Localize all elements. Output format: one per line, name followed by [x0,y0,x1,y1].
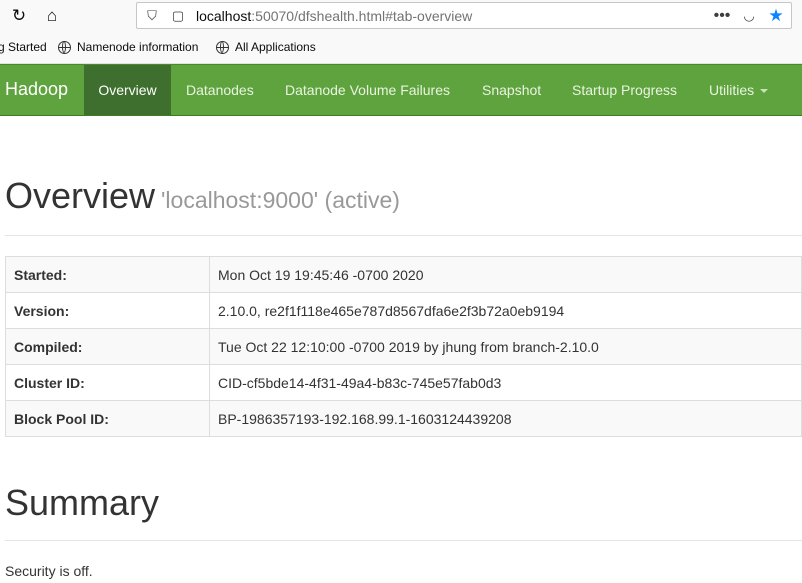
pocket-icon[interactable]: ◡ [740,7,758,25]
nav-snapshot[interactable]: Snapshot [482,65,541,115]
nav-startup-progress[interactable]: Startup Progress [572,65,677,115]
security-status: Security is off. [5,563,93,579]
row-label: Version: [5,292,210,329]
nav-datanodes[interactable]: Datanodes [186,65,254,115]
row-value: BP-1986357193-192.168.99.1-1603124439208 [209,400,802,437]
row-value: CID-cf5bde14-4f31-49a4-b83c-745e57fab0d3 [209,364,802,401]
namenode-address: 'localhost:9000' (active) [161,187,400,213]
row-value: Tue Oct 22 12:10:00 -0700 2019 by jhung … [209,328,802,365]
bookmark-star-icon[interactable]: ★ [767,6,785,25]
row-value: 2.10.0, re2f1f118e465e787d8567dfa6e2f3b7… [209,292,802,329]
table-row: Cluster ID: CID-cf5bde14-4f31-49a4-b83c-… [5,364,802,401]
table-row: Block Pool ID: BP-1986357193-192.168.99.… [5,400,802,437]
url-text[interactable]: localhost:50070/dfshealth.html#tab-overv… [196,8,472,24]
browser-toolbar: ↻ ⌂ ⛉ ▢ localhost:50070/dfshealth.html#t… [0,0,802,32]
bookmark-getting-started[interactable]: g Started [0,40,47,54]
row-label: Block Pool ID: [5,400,210,437]
nav-utilities[interactable]: Utilities [709,65,769,115]
more-actions-icon[interactable]: ••• [713,7,731,25]
bookmarks-bar: g Started Namenode information All Appli… [0,32,802,64]
caret-down-icon [760,89,769,94]
row-label: Started: [5,256,210,293]
page-info-icon[interactable]: ▢ [169,7,187,25]
nav-overview[interactable]: Overview [84,65,171,115]
divider [5,540,802,541]
globe-icon [58,40,71,54]
divider [5,235,802,236]
table-row: Compiled: Tue Oct 22 12:10:00 -0700 2019… [5,328,802,365]
table-row: Started: Mon Oct 19 19:45:46 -0700 2020 [5,256,802,293]
row-value: Mon Oct 19 19:45:46 -0700 2020 [209,256,802,293]
summary-heading: Summary [5,482,160,523]
globe-icon [216,40,229,54]
shield-icon[interactable]: ⛉ [143,7,161,25]
reload-icon[interactable]: ↻ [9,6,29,26]
bookmark-all-applications[interactable]: All Applications [216,40,316,54]
brand-logo[interactable]: Hadoop [5,79,68,100]
home-icon[interactable]: ⌂ [42,6,62,26]
overview-table: Started: Mon Oct 19 19:45:46 -0700 2020 … [5,256,802,437]
hadoop-navbar: Hadoop Overview Datanodes Datanode Volum… [0,64,802,116]
bookmark-namenode-information[interactable]: Namenode information [58,40,198,54]
table-row: Version: 2.10.0, re2f1f118e465e787d8567d… [5,292,802,329]
row-label: Cluster ID: [5,364,210,401]
address-bar[interactable]: ⛉ ▢ localhost:50070/dfshealth.html#tab-o… [136,2,792,29]
nav-datanode-volume-failures[interactable]: Datanode Volume Failures [285,65,450,115]
row-label: Compiled: [5,328,210,365]
page-title: Overview'localhost:9000' (active) [5,175,400,216]
